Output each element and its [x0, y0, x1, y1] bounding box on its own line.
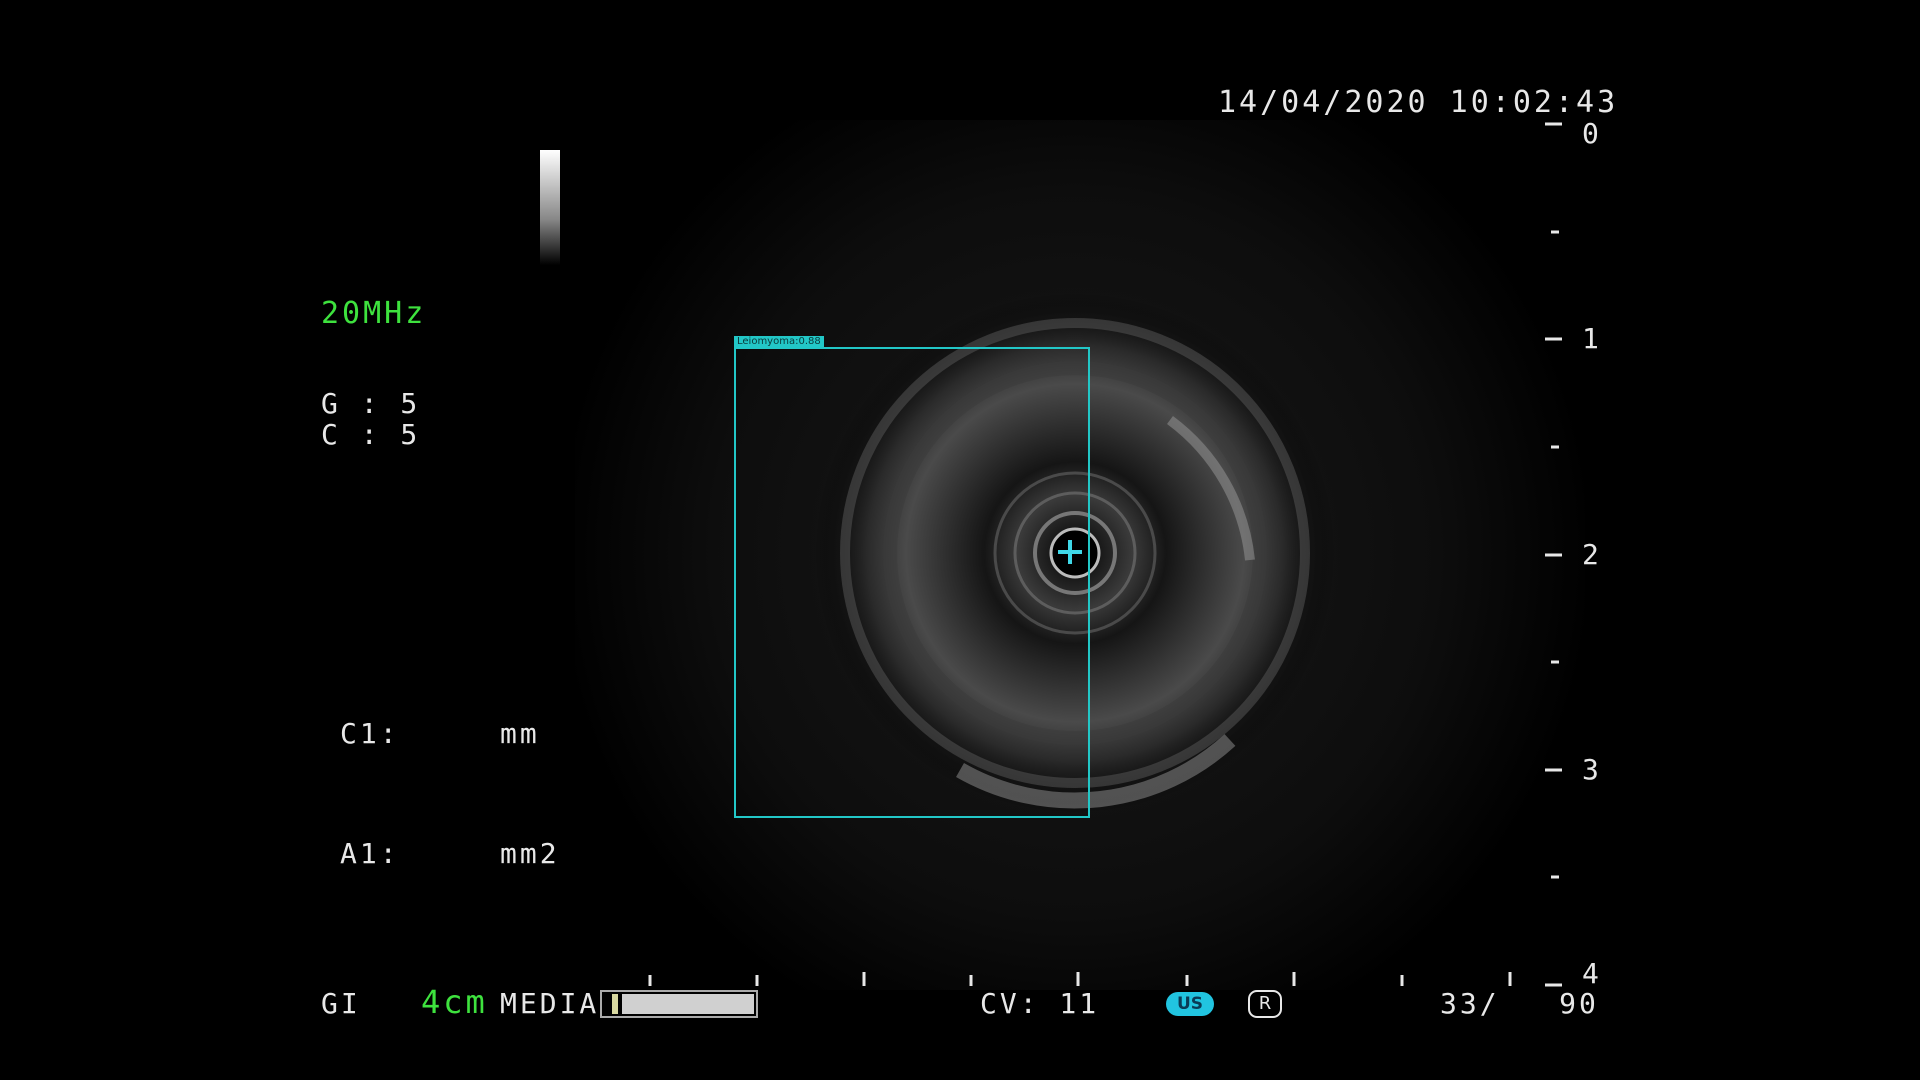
frequency-readout: 20MHz — [321, 296, 427, 331]
a1-unit: mm2 — [500, 837, 560, 870]
r-badge: R — [1248, 990, 1282, 1018]
detection-box[interactable] — [734, 347, 1090, 818]
contrast-readout: C : 5 — [321, 418, 421, 451]
depth-label-0: 0 — [1582, 117, 1599, 150]
media-fill — [622, 994, 754, 1014]
a1-label: A1: — [340, 837, 400, 870]
c1-label: C1: — [340, 717, 400, 750]
crosshair-icon — [1058, 540, 1082, 564]
ultrasound-screen: 14/04/2020 10:02:43 20MHz G : 5 C : 5 C1… — [0, 0, 1920, 1080]
detection-label: Leiomyoma:0.88 — [734, 336, 824, 347]
depth-label-4: 4 — [1582, 957, 1599, 990]
media-knob — [612, 994, 618, 1014]
us-badge: US — [1166, 992, 1214, 1016]
frame-counter: 33/ 90 — [1440, 987, 1599, 1020]
grayscale-bar — [540, 150, 560, 265]
depth-label-1: 1 — [1582, 322, 1599, 355]
timestamp: 14/04/2020 10:02:43 — [1218, 85, 1619, 120]
depth-range: 4cm — [421, 983, 488, 1021]
depth-label-2: 2 — [1582, 538, 1599, 571]
c1-unit: mm — [500, 717, 540, 750]
depth-label-3: 3 — [1582, 753, 1599, 786]
mode-label: GI — [321, 987, 361, 1020]
media-bar — [600, 990, 758, 1018]
cv-readout: CV: 11 — [980, 987, 1100, 1020]
media-label: MEDIA — [500, 987, 600, 1020]
gain-readout: G : 5 — [321, 387, 421, 420]
